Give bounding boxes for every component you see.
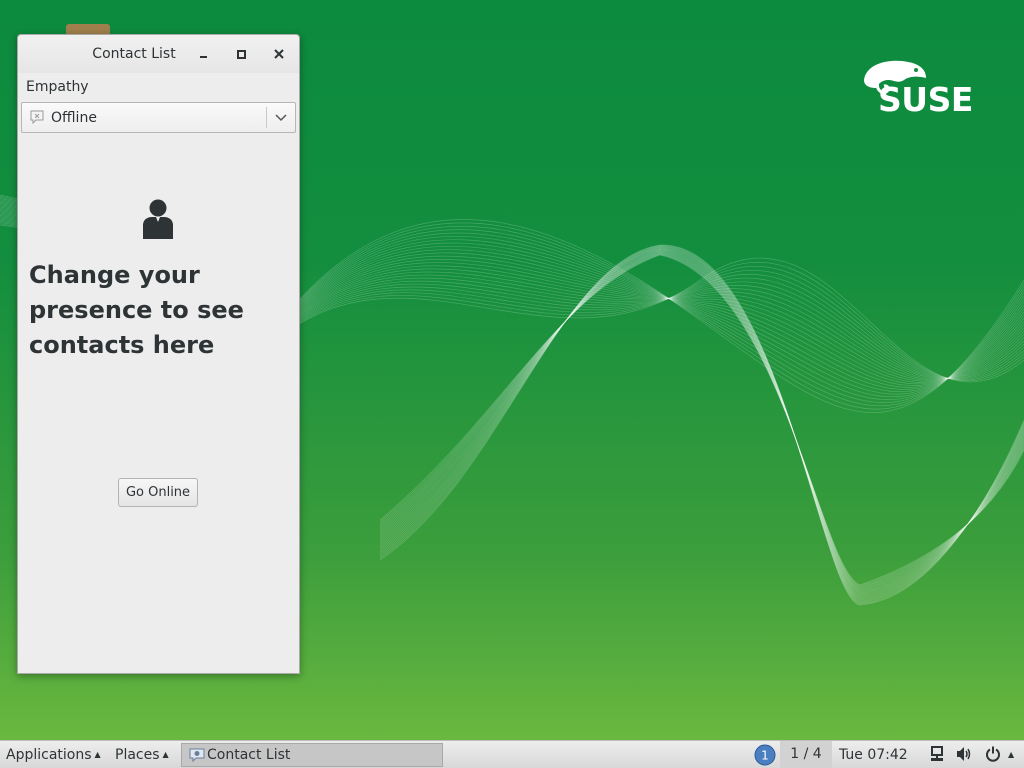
volume-icon[interactable] (956, 746, 972, 762)
go-online-button[interactable]: Go Online (118, 478, 198, 507)
empty-contacts-message: Change your presence to see contacts her… (29, 261, 244, 359)
close-icon (274, 49, 284, 59)
menu-arrow-up-icon: ▲ (162, 750, 169, 759)
places-menu-label: Places (115, 747, 160, 763)
menu-arrow-up-icon[interactable]: ▲ (1008, 750, 1014, 759)
workspace-indicator[interactable]: 1 (754, 744, 776, 766)
workspace-pager[interactable]: 1 / 4 (780, 741, 832, 768)
taskbar-window-label: Contact List (207, 747, 291, 763)
taskbar: Applications ▲ Places ▲ Contact List 1 1 /… (0, 740, 1024, 768)
workspace-number: 1 (761, 749, 769, 763)
window-title: Contact List (92, 46, 176, 62)
taskbar-window-button-contact-list[interactable]: Contact List (181, 743, 443, 767)
offline-status-icon (30, 110, 44, 124)
minimize-icon (200, 56, 207, 58)
minimize-button[interactable] (194, 44, 214, 64)
dropdown-divider (266, 107, 267, 128)
empathy-app-icon (189, 748, 205, 763)
maximize-button[interactable] (231, 44, 251, 64)
network-icon[interactable] (929, 746, 945, 762)
applications-menu-label: Applications (6, 747, 92, 763)
places-menu[interactable]: Places ▲ (115, 747, 169, 763)
clock[interactable]: Tue 07:42 (839, 747, 908, 763)
presence-dropdown[interactable]: Offline (21, 102, 296, 133)
close-button[interactable] (269, 44, 289, 64)
chevron-down-icon (275, 114, 287, 122)
person-icon (143, 199, 173, 239)
app-menu-empathy[interactable]: Empathy (26, 79, 89, 95)
menu-arrow-up-icon: ▲ (94, 750, 101, 759)
presence-selected-value: Offline (51, 110, 97, 126)
power-icon[interactable] (985, 746, 1001, 762)
suse-brand-text: SUSE (878, 80, 973, 119)
applications-menu[interactable]: Applications ▲ (6, 747, 101, 763)
contact-list-window[interactable]: Contact List Empathy Offline Change your… (17, 34, 300, 674)
maximize-icon (237, 50, 246, 59)
window-titlebar[interactable]: Contact List (18, 35, 299, 73)
